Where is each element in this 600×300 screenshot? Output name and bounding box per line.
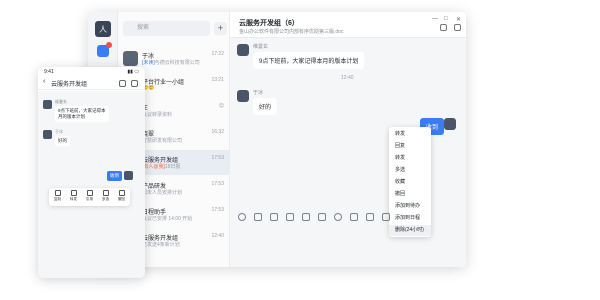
chat-subtitle[interactable]: 金山办公软件有限公司内部有序优助第三版.doc bbox=[239, 28, 343, 35]
back-icon[interactable]: ‹ bbox=[43, 78, 45, 85]
close-icon[interactable]: ✕ bbox=[456, 16, 461, 23]
avatar bbox=[123, 51, 138, 66]
message-bubble[interactable]: 9点下班前，大家记得本月的版本计划 bbox=[253, 52, 365, 69]
conversation-time: 17:53 bbox=[211, 181, 224, 187]
search-input[interactable]: 搜索 bbox=[123, 21, 210, 36]
conversation-preview: 智慧研发有限公司 bbox=[142, 138, 183, 144]
conversation-preview: 会议转录资料 bbox=[142, 112, 173, 118]
avatar[interactable] bbox=[43, 130, 52, 139]
message-sender: 维曼玄 bbox=[55, 99, 67, 104]
quote-icon bbox=[86, 190, 93, 196]
task-icon[interactable] bbox=[350, 213, 358, 221]
recall-icon bbox=[118, 190, 125, 196]
phone-chat-title: 云服务开发组 bbox=[51, 82, 88, 88]
add-button[interactable]: + bbox=[214, 22, 227, 35]
conversation-time: 17:53 bbox=[211, 207, 224, 213]
action-label: 转发 bbox=[70, 197, 77, 201]
message-sender: 维曼玄 bbox=[253, 44, 269, 50]
action-label: 多选 bbox=[102, 197, 109, 201]
preview-text: 18日报 bbox=[164, 164, 181, 170]
conversation-preview: 🙂🙂 bbox=[142, 85, 155, 91]
message-sender: 于冰 bbox=[253, 90, 264, 96]
user-avatar[interactable]: 人 bbox=[95, 21, 111, 37]
forward-icon bbox=[70, 190, 77, 196]
grid-icon[interactable] bbox=[366, 213, 374, 221]
menu-item-forward-2[interactable]: 转发 bbox=[389, 153, 431, 164]
phone-icon[interactable] bbox=[318, 213, 326, 221]
action-forward[interactable]: 转发 bbox=[66, 190, 81, 202]
message-bubble[interactable]: 9点下班前，大家记得本月的版本计划 bbox=[55, 106, 109, 122]
action-quote[interactable]: 引用 bbox=[82, 190, 97, 202]
avatar[interactable] bbox=[43, 100, 52, 109]
minimize-icon[interactable]: — bbox=[432, 16, 438, 22]
conversation-time: 16:32 bbox=[211, 129, 224, 135]
call-icon[interactable] bbox=[119, 80, 126, 87]
input-toolbar bbox=[230, 210, 466, 224]
conversation-preview: 周末人员安排计划 bbox=[142, 190, 183, 196]
chat-pane: 云服务开发组（6） 金山办公软件有限公司内部有序优助第三版.doc — □ ✕ … bbox=[230, 12, 466, 267]
menu-item-favorite[interactable]: 收藏 bbox=[389, 177, 431, 188]
menu-item-multiselect[interactable]: 多选 bbox=[389, 165, 431, 176]
conversation-preview: [有人@我]18日报 bbox=[142, 163, 220, 170]
menu-item-reply[interactable]: 回复 bbox=[389, 141, 431, 152]
time-separator: 12:40 bbox=[341, 75, 354, 81]
conversation-preview: 已发送4条新计划 bbox=[142, 242, 180, 248]
phone-header: ‹ 云服务开发组 bbox=[38, 77, 145, 90]
menu-item-recall[interactable]: 撤回 bbox=[389, 189, 431, 200]
phone-call-icon[interactable] bbox=[440, 24, 447, 31]
phone-frame: 9:41 ▮▮ ▭ ‹ 云服务开发组 维曼玄 9点下班前，大家记得本月的版本计划… bbox=[38, 67, 145, 278]
message-bubble[interactable]: 好的 bbox=[55, 136, 70, 146]
message-sender: 于冰 bbox=[55, 129, 63, 134]
status-time: 9:41 bbox=[44, 69, 54, 75]
avatar[interactable] bbox=[237, 44, 249, 56]
document-icon[interactable] bbox=[302, 213, 310, 221]
emoji-icon[interactable] bbox=[238, 213, 246, 221]
avatar[interactable] bbox=[237, 90, 249, 102]
conversation-time: 17:53 bbox=[211, 155, 224, 161]
preview-text: 与德云科技有限公司 bbox=[154, 60, 200, 66]
conversation-time: 17:22 bbox=[211, 51, 224, 57]
phone-chat-body: 维曼玄 9点下班前，大家记得本月的版本计划 于冰 好的 收到 复制 转发 引用 … bbox=[38, 91, 145, 278]
conversation-preview: 会议已安排 14:00 开始 bbox=[142, 216, 193, 222]
chat-header: 云服务开发组（6） 金山办公软件有限公司内部有序优助第三版.doc — □ ✕ bbox=[230, 12, 466, 38]
conversation-time: 12:40 bbox=[211, 233, 224, 239]
mention-tag: [有人@我] bbox=[142, 164, 165, 170]
image-icon[interactable] bbox=[270, 213, 278, 221]
more-icon[interactable] bbox=[454, 24, 461, 31]
conversation-emoji: 😊 bbox=[218, 103, 224, 109]
action-multiselect[interactable]: 多选 bbox=[98, 190, 113, 202]
status-indicators: ▮▮ ▭ bbox=[127, 69, 139, 75]
action-label: 引用 bbox=[86, 197, 93, 201]
menu-item-delete[interactable]: 删除(24小时) bbox=[389, 225, 431, 236]
more-icon[interactable] bbox=[131, 80, 138, 87]
action-label: 复制 bbox=[54, 197, 61, 201]
message-action-bar: 复制 转发 引用 多选 撤回 bbox=[49, 188, 130, 206]
my-avatar[interactable] bbox=[444, 118, 456, 130]
scissors-icon[interactable] bbox=[254, 213, 262, 221]
menu-item-forward[interactable]: 转发 bbox=[389, 129, 431, 140]
clock-icon[interactable] bbox=[334, 213, 342, 221]
action-recall[interactable]: 撤回 bbox=[114, 190, 129, 202]
copy-icon bbox=[54, 190, 61, 196]
message-bubble[interactable]: 好的 bbox=[253, 98, 278, 115]
conversation-time: 13:21 bbox=[211, 77, 224, 83]
my-avatar[interactable] bbox=[124, 171, 133, 180]
unread-badge bbox=[106, 42, 112, 48]
stage: 人 搜索 + 于冰 [未读]与德云科技有限公司 17:22 平台行业一小组 🙂🙂… bbox=[0, 0, 600, 300]
chat-title: 云服务开发组（6） bbox=[239, 20, 299, 27]
maximize-icon[interactable]: □ bbox=[444, 16, 448, 22]
message-bubble-mine[interactable]: 收到 bbox=[107, 171, 122, 181]
folder-icon[interactable] bbox=[286, 213, 294, 221]
action-copy[interactable]: 复制 bbox=[50, 190, 65, 202]
action-label: 撤回 bbox=[118, 197, 125, 201]
list-icon[interactable] bbox=[382, 213, 390, 221]
conversation-preview: [未读]与德云科技有限公司 bbox=[142, 59, 220, 66]
unread-tag: [未读] bbox=[142, 60, 155, 66]
multiselect-icon bbox=[102, 190, 109, 196]
